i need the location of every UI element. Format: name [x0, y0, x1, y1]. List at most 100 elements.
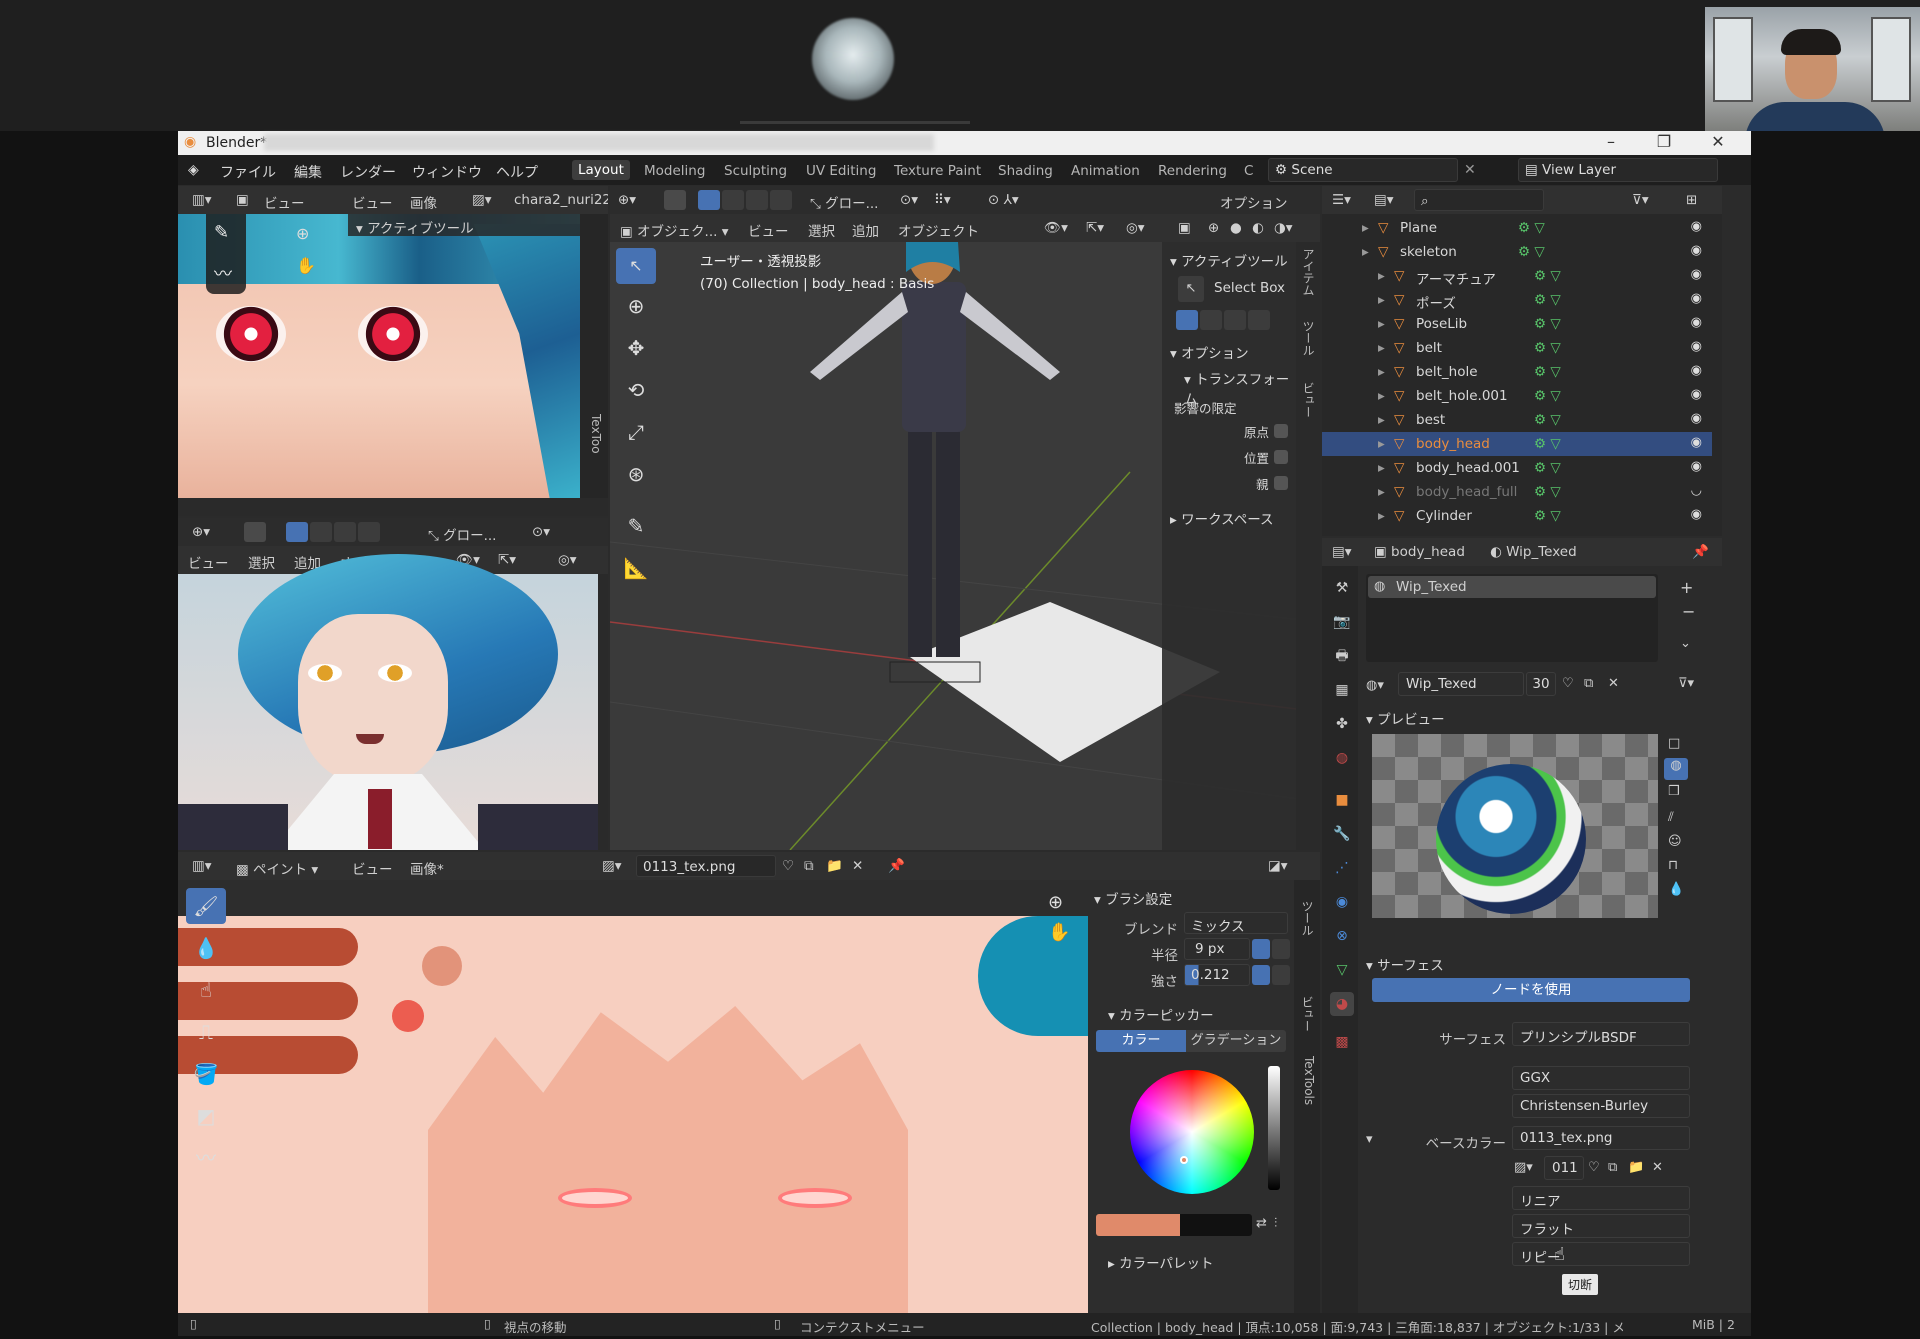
remove-slot-button[interactable]: −	[1682, 602, 1695, 621]
expand-arrow-icon[interactable]: ▸	[1378, 292, 1385, 308]
options-dropdown[interactable]: オプション	[1220, 192, 1288, 212]
outliner-row[interactable]: ▸ ▽ best ⚙ ▽ ◉	[1322, 408, 1712, 432]
gradient-tab[interactable]: グラデーション	[1186, 1030, 1286, 1052]
preview-hair-icon[interactable]: ⫽	[1668, 810, 1674, 825]
editor-type-icon[interactable]: ☰▾	[1332, 192, 1351, 208]
gizmo-icon[interactable]: ⇱▾	[498, 552, 516, 568]
close-button[interactable]: ✕	[1698, 132, 1738, 151]
overlay-icon[interactable]: ◎▾	[558, 552, 577, 568]
scene-tab-icon[interactable]: ✤	[1330, 712, 1354, 736]
tool-tab-icon[interactable]: ⚒	[1330, 576, 1354, 600]
modifier-data-icons[interactable]: ⚙ ▽	[1534, 316, 1561, 332]
fill-tool[interactable]: 🪣	[186, 1056, 226, 1092]
tab-sculpting[interactable]: Sculpting	[724, 163, 787, 179]
menu-edit[interactable]: 編集	[294, 162, 322, 182]
shading-render-icon[interactable]: ◑▾	[1274, 220, 1293, 236]
select-mode-new[interactable]	[698, 190, 720, 210]
visibility-eye-icon[interactable]: ◉	[1691, 507, 1702, 522]
mode-new-icon[interactable]	[1176, 310, 1198, 330]
shading-material-icon[interactable]: ◐	[1252, 220, 1264, 236]
editor-type-icon[interactable]: ⊕▾	[618, 192, 636, 208]
outliner-row[interactable]: ▸ ▽ belt_hole ⚙ ▽ ◉	[1322, 360, 1712, 384]
menu-file[interactable]: ファイル	[220, 162, 276, 182]
display-mode-icon[interactable]: ▤▾	[1374, 192, 1394, 208]
base-color-image-field[interactable]: 0113_tex.png	[1512, 1126, 1690, 1150]
filter-icon[interactable]: ⊽▾	[1632, 192, 1649, 208]
visibility-eye-icon[interactable]: ◉	[1691, 315, 1702, 330]
constraint-tab-icon[interactable]: ⊗	[1330, 924, 1354, 948]
shading-wire-icon[interactable]: ⊕	[1208, 220, 1219, 236]
surface-shader-field[interactable]: プリンシプルBSDF	[1512, 1022, 1690, 1046]
tab-tool[interactable]: ツール	[1299, 320, 1317, 356]
image-menu[interactable]: 画像	[410, 192, 437, 212]
material-name-field[interactable]: Wip_Texed	[1398, 672, 1524, 696]
visibility-eye-icon[interactable]: ◉	[1691, 267, 1702, 282]
texture-tab-icon[interactable]: ▩	[1330, 1030, 1354, 1054]
preview-fluid-icon[interactable]: 💧	[1668, 882, 1684, 897]
link-data-icon[interactable]: ⊽▾	[1678, 676, 1694, 691]
strength-slider[interactable]: 0.212	[1184, 964, 1250, 986]
move-tool[interactable]: ✥	[616, 330, 656, 366]
select-mode-extend[interactable]	[722, 190, 744, 210]
subsurface-method-dropdown[interactable]: Christensen-Burley	[1512, 1094, 1690, 1118]
annotate-tool[interactable]: ✎	[616, 508, 656, 544]
select-menu[interactable]: 選択	[808, 220, 835, 240]
particles-tab-icon[interactable]: ⋰	[1330, 856, 1354, 880]
editor-type-icon[interactable]: ▥▾	[192, 858, 212, 874]
tab-more[interactable]: C	[1244, 163, 1253, 179]
scene-selector[interactable]: ⚙ Scene	[1268, 158, 1458, 182]
unlink-image-icon[interactable]: ✕	[852, 858, 863, 874]
outliner-row[interactable]: ▸ ▽ ポーズ ⚙ ▽ ◉	[1322, 288, 1712, 312]
outliner-row[interactable]: ▸ ▽ skeleton ⚙ ▽ ◉	[1322, 240, 1712, 264]
radius-field[interactable]: 9 px	[1184, 938, 1250, 960]
outliner-row[interactable]: ▸ ▽ Plane ⚙ ▽ ◉	[1322, 216, 1712, 240]
textools-tab[interactable]: TexToo	[585, 414, 603, 454]
slot-specials-button[interactable]: ⌄	[1680, 636, 1691, 651]
clone-tool[interactable]: ⎍	[186, 1014, 226, 1050]
view-menu[interactable]: ビュー	[188, 552, 229, 572]
color-wheel-cursor[interactable]	[1180, 1156, 1188, 1164]
material-slot-row[interactable]: ◍ Wip_Texed	[1368, 576, 1656, 598]
view-menu[interactable]: ビュー	[748, 220, 789, 240]
visibility-eye-icon[interactable]: ◉	[1691, 339, 1702, 354]
preview-flat-icon[interactable]: □	[1668, 736, 1680, 751]
radius-pressure-icon[interactable]	[1252, 939, 1270, 959]
new-image-icon[interactable]: ⧉	[804, 858, 814, 874]
image-browse-icon[interactable]: ▨▾	[602, 858, 622, 874]
image-name-field[interactable]: 0113_tex.png	[636, 855, 776, 877]
transform-orientation[interactable]: ⤡ グロー...	[810, 192, 878, 212]
open-image-icon[interactable]: 📁	[1628, 1160, 1644, 1175]
visibility-eye-icon[interactable]: ◉	[1691, 363, 1702, 378]
image-menu[interactable]: 画像*	[410, 858, 444, 878]
modifier-data-icons[interactable]: ⚙ ▽	[1534, 364, 1561, 380]
expand-arrow-icon[interactable]: ▸	[1378, 460, 1385, 476]
overlay-icon[interactable]: ◎▾	[1126, 220, 1145, 236]
duplicate-material-icon[interactable]: ⧉	[1584, 676, 1593, 691]
surface-section[interactable]: ▾ サーフェス	[1366, 954, 1444, 974]
modifier-data-icons[interactable]: ⚙ ▽	[1534, 508, 1561, 524]
pan-hand-icon[interactable]: ✋	[1048, 922, 1070, 943]
tab-animation[interactable]: Animation	[1071, 163, 1140, 179]
blend-dropdown[interactable]: ミックス	[1184, 912, 1288, 935]
view-layer-tab-icon[interactable]: ▦	[1330, 678, 1354, 702]
image-name[interactable]: chara2_nuri22	[514, 192, 608, 208]
outliner-row[interactable]: ▸ ▽ PoseLib ⚙ ▽ ◉	[1322, 312, 1712, 336]
visibility-eye-icon[interactable]: ◉	[1691, 387, 1702, 402]
preview-cube-icon[interactable]: ❒	[1668, 784, 1680, 799]
modifier-tab-icon[interactable]: 🔧	[1330, 822, 1354, 846]
tab-modeling[interactable]: Modeling	[644, 163, 705, 179]
output-tab-icon[interactable]: 🖶	[1330, 644, 1354, 668]
select-tool-icon[interactable]	[664, 190, 686, 210]
modifier-data-icons[interactable]: ⚙ ▽	[1534, 484, 1561, 500]
tab-rendering[interactable]: Rendering	[1158, 163, 1227, 179]
primary-color-swatch[interactable]	[1096, 1214, 1180, 1236]
brush-settings-section[interactable]: ▾ ブラシ設定	[1094, 888, 1172, 908]
active-tool-title[interactable]: ▾ アクティブツール	[356, 217, 474, 237]
visibility-eye-icon[interactable]: ◉	[1691, 219, 1702, 234]
proportional-icon[interactable]: ⊙ ⅄▾	[988, 192, 1019, 208]
expand-arrow-icon[interactable]: ▸	[1378, 268, 1385, 284]
rotate-tool[interactable]: ⟲	[616, 372, 656, 408]
new-collection-icon[interactable]: ⊞	[1686, 192, 1697, 208]
material-users-count[interactable]: 30	[1526, 672, 1556, 696]
preview-monkey-icon[interactable]: ☺	[1668, 834, 1682, 849]
